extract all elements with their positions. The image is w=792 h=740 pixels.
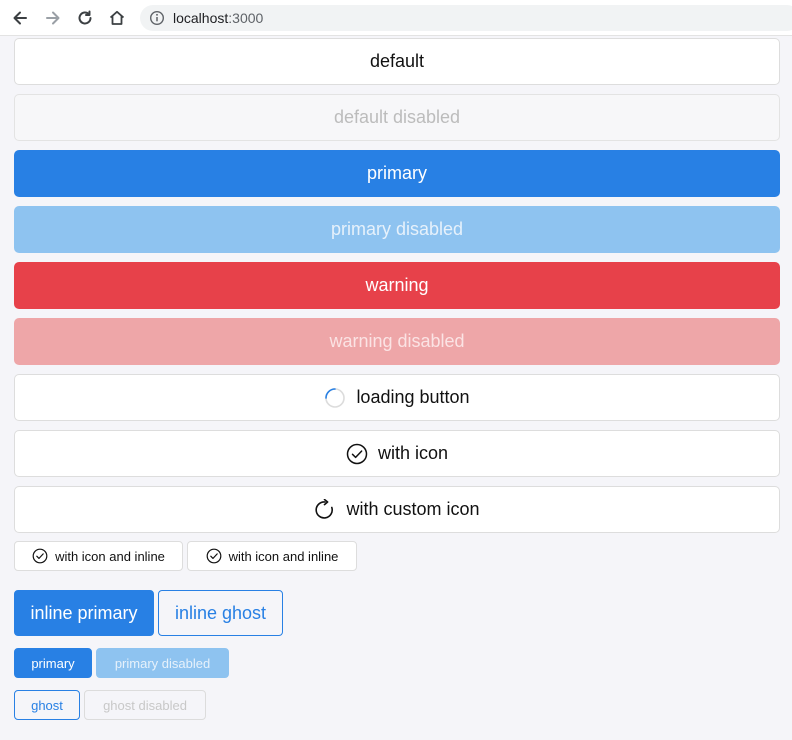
default-disabled-button: default disabled	[14, 94, 780, 141]
reload-icon[interactable]	[75, 8, 95, 28]
warning-disabled-button: warning disabled	[14, 318, 780, 365]
home-icon[interactable]	[107, 8, 127, 28]
check-circle-icon	[32, 548, 48, 564]
inline-icon-button-label: with icon and inline	[55, 548, 165, 564]
small-primary-button[interactable]: primary	[14, 648, 92, 678]
loading-button-label: loading button	[356, 387, 470, 407]
info-icon[interactable]	[149, 10, 165, 26]
small-ghost-disabled-button: ghost disabled	[84, 690, 206, 720]
inline-primary-button-label: inline primary	[30, 602, 138, 623]
inline-icon-button-1[interactable]: with icon and inline	[14, 541, 183, 571]
with-custom-icon-button-label: with custom icon	[346, 499, 480, 519]
address-bar[interactable]: localhost:3000	[140, 5, 792, 31]
small-ghost-button-label: ghost	[31, 697, 63, 713]
with-icon-button[interactable]: with icon	[14, 430, 780, 477]
warning-button-label: warning	[365, 275, 429, 295]
small-primary-disabled-button: primary disabled	[96, 648, 229, 678]
primary-disabled-button-label: primary disabled	[330, 219, 464, 239]
with-icon-button-label: with icon	[377, 443, 449, 463]
default-button-label: default	[369, 51, 425, 71]
inline-icon-button-label: with icon and inline	[228, 548, 339, 564]
check-circle-icon	[346, 443, 368, 465]
primary-button-label: primary	[366, 163, 427, 183]
warning-disabled-button-label: warning disabled	[329, 331, 465, 351]
back-arrow-icon[interactable]	[10, 8, 30, 28]
with-custom-icon-button[interactable]: with custom icon	[14, 486, 780, 533]
inline-primary-button[interactable]: inline primary	[14, 590, 154, 636]
url-host: localhost	[173, 10, 229, 26]
redo-icon	[314, 498, 336, 521]
default-button[interactable]: default	[14, 38, 780, 85]
default-disabled-button-label: default disabled	[333, 107, 461, 127]
small-primary-disabled-button-label: primary disabled	[114, 655, 211, 671]
forward-arrow-icon[interactable]	[43, 8, 63, 28]
warning-button[interactable]: warning	[14, 262, 780, 309]
primary-disabled-button: primary disabled	[14, 206, 780, 253]
small-ghost-disabled-button-label: ghost disabled	[103, 697, 187, 713]
primary-button[interactable]: primary	[14, 150, 780, 197]
check-circle-icon	[206, 548, 222, 564]
inline-ghost-button-label: inline ghost	[174, 602, 267, 623]
url-text: localhost:3000	[173, 10, 263, 26]
loading-button[interactable]: loading button	[14, 374, 780, 421]
small-primary-button-label: primary	[31, 655, 75, 671]
spinner-icon	[324, 387, 346, 409]
url-port: :3000	[228, 10, 264, 26]
inline-ghost-button[interactable]: inline ghost	[158, 590, 283, 636]
browser-toolbar: localhost:3000	[0, 0, 792, 36]
small-ghost-button[interactable]: ghost	[14, 690, 80, 720]
inline-icon-button-2[interactable]: with icon and inline	[187, 541, 357, 571]
